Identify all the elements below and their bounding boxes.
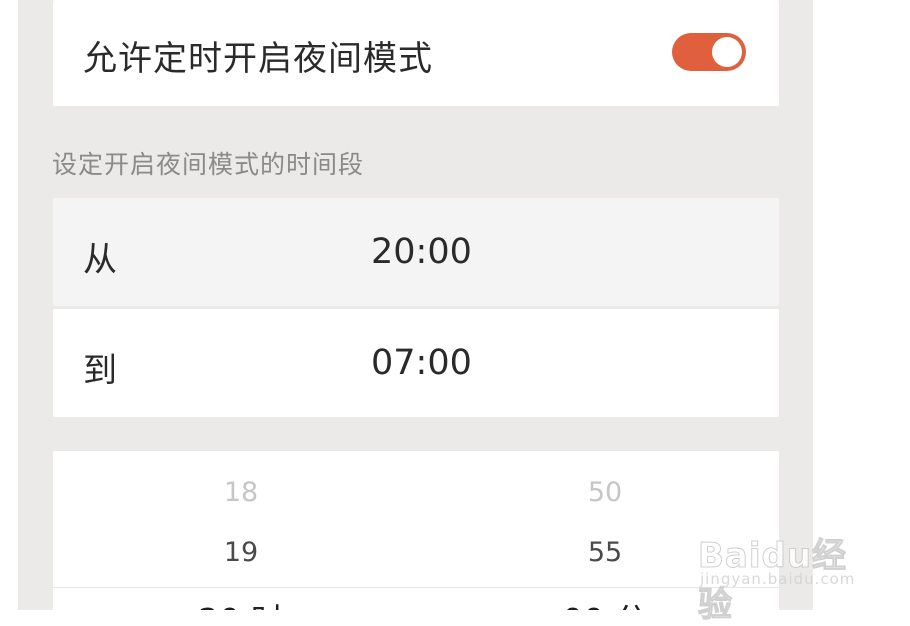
time-period-section-title: 设定开启夜间模式的时间段 [52,150,365,179]
hour-option[interactable]: 19 [181,537,301,568]
night-mode-settings-screen: 允许定时开启夜间模式 设定开启夜间模式的时间段 从 20:00 到 07:00 … [18,0,813,610]
schedule-toggle-card: 允许定时开启夜间模式 [53,0,779,106]
to-label: 到 [83,351,117,391]
to-time-value: 07:00 [371,343,472,383]
to-time-row[interactable]: 到 07:00 [53,309,779,417]
minute-option[interactable]: 50 [545,477,665,508]
toggle-knob [712,37,742,67]
hour-selected[interactable]: 20 时 [181,594,301,610]
from-time-value: 20:00 [371,232,472,272]
minute-selected[interactable]: 00 分 [545,594,665,610]
time-picker[interactable]: 18 19 20 时 50 55 00 分 [53,451,779,610]
schedule-toggle-switch[interactable] [672,33,746,71]
picker-selection-divider [53,587,779,588]
hour-option[interactable]: 18 [181,477,301,508]
from-time-row[interactable]: 从 20:00 [53,198,779,306]
schedule-toggle-label: 允许定时开启夜间模式 [83,39,433,79]
minute-option[interactable]: 55 [545,537,665,568]
from-label: 从 [83,240,117,280]
